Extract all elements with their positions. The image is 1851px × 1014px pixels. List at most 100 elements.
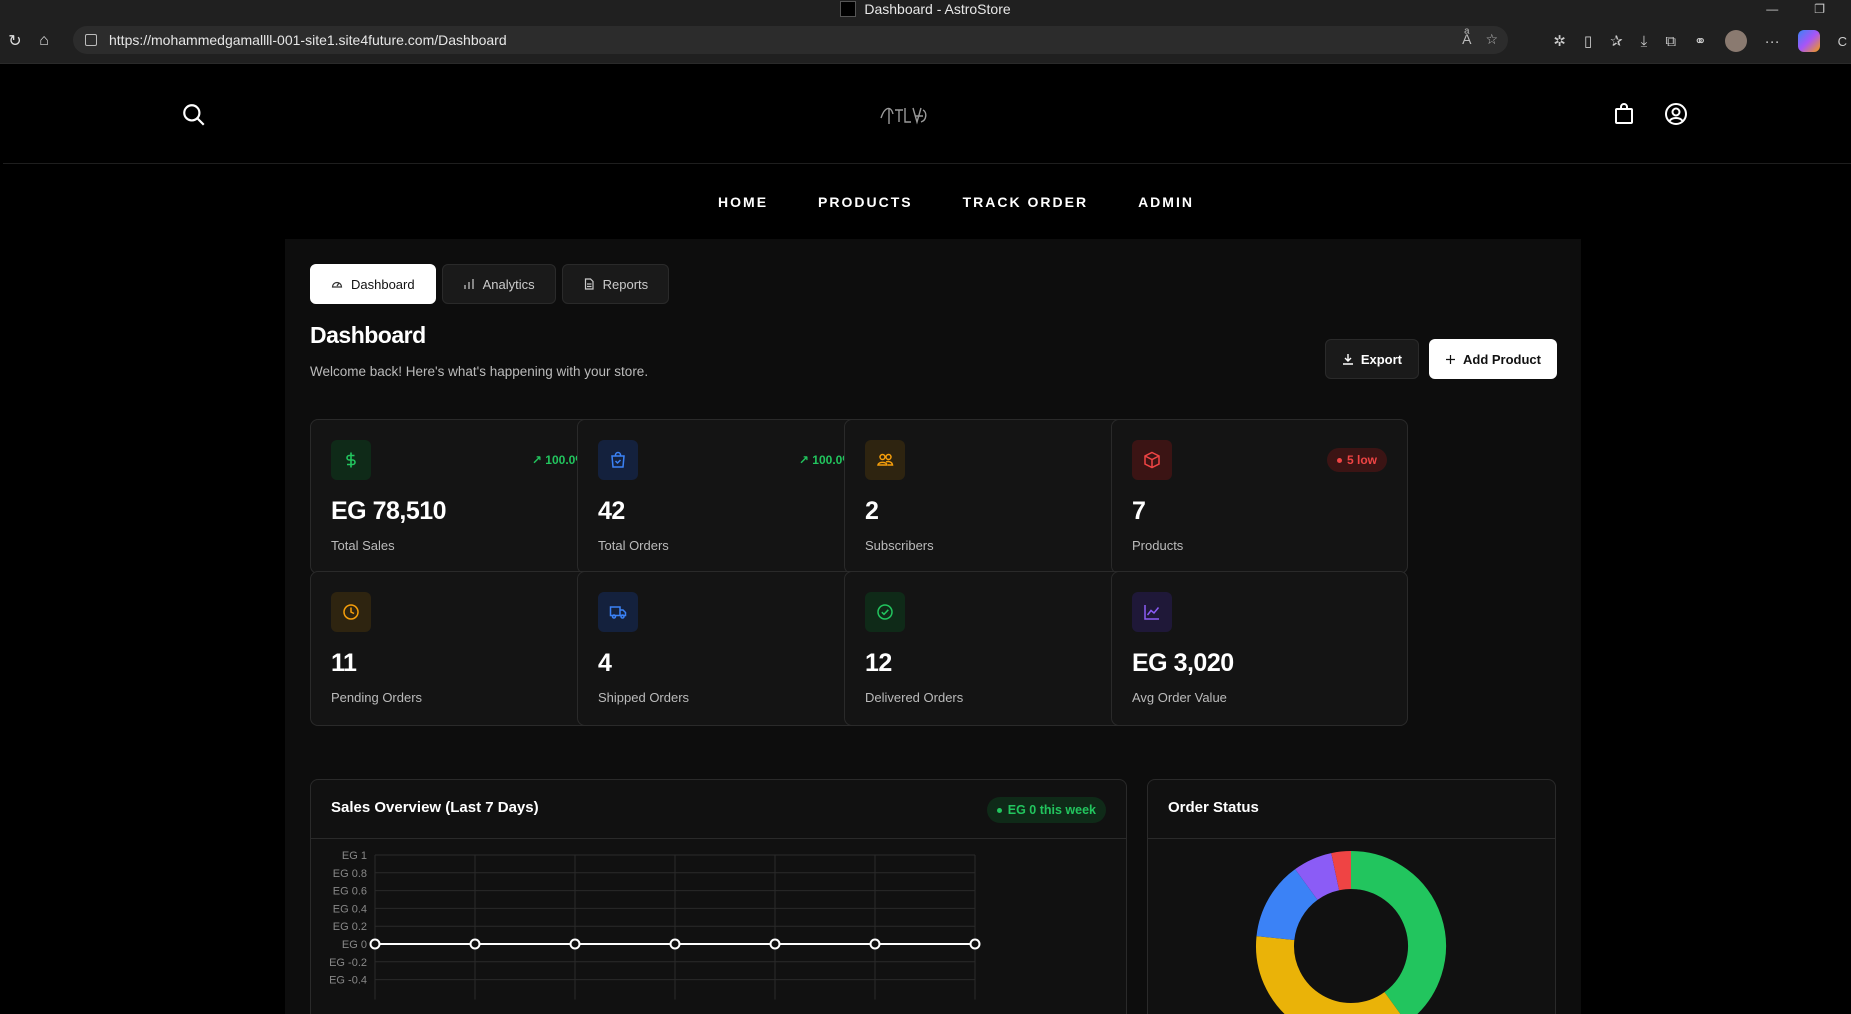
copilot-label: C bbox=[1837, 33, 1847, 49]
data-point[interactable] bbox=[369, 938, 381, 950]
page-subtitle: Welcome back! Here's what's happening wi… bbox=[310, 364, 649, 379]
stat-card-shipped-orders: 4 Shipped Orders bbox=[577, 571, 874, 726]
box-icon bbox=[1144, 451, 1160, 469]
collections-icon[interactable]: ⚭ bbox=[1694, 32, 1707, 50]
store-logo[interactable] bbox=[877, 100, 929, 128]
add-product-button[interactable]: Add Product bbox=[1429, 339, 1557, 379]
stat-card-total-sales: ↗ 100.0% EG 78,510 Total Sales bbox=[310, 419, 607, 574]
data-point[interactable] bbox=[769, 938, 781, 950]
stat-icon-box bbox=[598, 592, 638, 632]
screenshot-icon[interactable]: ⧉ bbox=[1665, 33, 1676, 50]
dollar-icon bbox=[346, 452, 356, 468]
stat-value: EG 3,020 bbox=[1132, 649, 1234, 677]
data-point[interactable] bbox=[569, 938, 581, 950]
stat-label: Delivered Orders bbox=[865, 690, 964, 705]
data-point[interactable] bbox=[469, 938, 481, 950]
export-label: Export bbox=[1360, 351, 1402, 367]
main-nav: HOME PRODUCTS TRACK ORDER ADMIN bbox=[3, 164, 1851, 239]
y-tick-label: EG -0.2 bbox=[329, 957, 367, 969]
stat-icon-box bbox=[598, 440, 638, 480]
gauge-icon bbox=[331, 281, 343, 288]
nav-admin[interactable]: ADMIN bbox=[1138, 194, 1194, 210]
stat-label: Subscribers bbox=[865, 538, 934, 553]
stat-label: Pending Orders bbox=[331, 690, 423, 705]
url-text: https://mohammedgamallll-001-site1.site4… bbox=[109, 32, 507, 48]
clock-icon bbox=[343, 604, 359, 620]
stat-label: Shipped Orders bbox=[598, 690, 690, 705]
nav-track-order[interactable]: TRACK ORDER bbox=[963, 194, 1088, 210]
check-circle-icon bbox=[877, 604, 893, 620]
tab-reports[interactable]: Reports bbox=[561, 264, 670, 304]
refresh-icon[interactable]: ↻ bbox=[4, 30, 26, 52]
more-menu-icon[interactable]: ··· bbox=[1765, 33, 1780, 50]
donut-slice[interactable] bbox=[1331, 851, 1352, 891]
split-screen-icon[interactable]: ▯ bbox=[1584, 32, 1592, 50]
profile-avatar[interactable] bbox=[1724, 30, 1747, 52]
donut-slice[interactable] bbox=[1295, 853, 1340, 901]
shopping-bag-icon[interactable] bbox=[1612, 102, 1636, 126]
y-tick-label: EG 0.6 bbox=[333, 886, 367, 898]
shopping-bag-icon bbox=[611, 451, 625, 468]
stat-value: 11 bbox=[331, 649, 357, 677]
stat-icon-box bbox=[865, 592, 905, 632]
search-icon[interactable] bbox=[181, 102, 207, 128]
stat-icon-box bbox=[1132, 440, 1172, 480]
browser-toolbar: ↻ ⌂ https://mohammedgamallll-001-site1.s… bbox=[0, 18, 1851, 64]
favorite-star-icon[interactable]: ☆ bbox=[1485, 31, 1498, 48]
add-product-label: Add Product bbox=[1463, 351, 1541, 367]
stat-icon-box bbox=[331, 592, 371, 632]
stat-card-total-orders: ↗ 100.0% 42 Total Orders bbox=[577, 419, 874, 574]
stat-label: Total Orders bbox=[598, 538, 669, 553]
line-chart-icon bbox=[1144, 605, 1160, 620]
window-title: Dashboard - AstroStore bbox=[864, 1, 1011, 17]
data-point[interactable] bbox=[669, 938, 681, 950]
stat-value: 42 bbox=[598, 497, 625, 525]
stat-card-products: 5 low 7 Products bbox=[1111, 419, 1408, 574]
donut-slice[interactable] bbox=[1350, 851, 1446, 1014]
donut-slice[interactable] bbox=[1256, 936, 1401, 1014]
stat-label: Products bbox=[1132, 538, 1184, 553]
weekly-sales-badge: EG 0 this week bbox=[986, 797, 1106, 823]
tab-dashboard[interactable]: Dashboard bbox=[310, 264, 436, 304]
stat-icon-box bbox=[865, 440, 905, 480]
dashboard-panel: Dashboard Analytics Reports Dashboard We… bbox=[285, 239, 1581, 1014]
downloads-icon[interactable]: ⤓ bbox=[1641, 33, 1648, 50]
data-point[interactable] bbox=[869, 938, 881, 950]
copilot-icon[interactable] bbox=[1797, 30, 1820, 52]
y-tick-label: EG 1 bbox=[342, 850, 367, 862]
y-tick-label: EG -0.4 bbox=[329, 975, 367, 987]
status-dot bbox=[1336, 457, 1342, 463]
y-tick-label: EG 0.2 bbox=[333, 921, 367, 933]
restore-icon[interactable]: ❐ bbox=[1814, 2, 1825, 16]
document-icon bbox=[584, 278, 594, 290]
address-bar[interactable]: https://mohammedgamallll-001-site1.site4… bbox=[73, 26, 1508, 54]
tab-analytics[interactable]: Analytics bbox=[441, 264, 556, 304]
read-aloud-icon[interactable]: Aͣ bbox=[1462, 31, 1471, 48]
browser-title-bar: Dashboard - AstroStore — ❐ bbox=[0, 0, 1851, 18]
order-status-card: Order Status bbox=[1147, 779, 1556, 1014]
sales-overview-card: Sales Overview (Last 7 Days) EG 0 this w… bbox=[310, 779, 1127, 1014]
stat-value: 12 bbox=[865, 649, 892, 677]
extensions-icon[interactable]: ✲ bbox=[1553, 32, 1566, 50]
dashboard-actions: Export Add Product bbox=[1324, 339, 1557, 379]
trend-up-icon: ↗ bbox=[531, 453, 546, 467]
nav-home[interactable]: HOME bbox=[718, 194, 768, 210]
stat-value: 2 bbox=[865, 497, 879, 525]
favorites-icon[interactable]: ✰ bbox=[1610, 32, 1623, 50]
divider bbox=[311, 838, 1126, 839]
data-point[interactable] bbox=[969, 938, 981, 950]
user-account-icon[interactable] bbox=[1664, 102, 1688, 126]
donut-slice[interactable] bbox=[1256, 869, 1319, 941]
export-button[interactable]: Export bbox=[1324, 339, 1419, 379]
browser-toolbar-icons: ✲ ▯ ✰ ⤓ ⧉ ⚭ ··· C bbox=[1553, 30, 1851, 52]
home-icon[interactable]: ⌂ bbox=[33, 30, 55, 52]
site-header bbox=[3, 64, 1851, 164]
stat-card-subscribers: 2 Subscribers bbox=[844, 419, 1141, 574]
status-dot bbox=[996, 807, 1002, 813]
nav-products[interactable]: PRODUCTS bbox=[818, 194, 913, 210]
tab-label: Dashboard bbox=[351, 276, 415, 292]
divider bbox=[1148, 838, 1555, 839]
download-icon bbox=[1342, 354, 1353, 365]
y-tick-label: EG 0 bbox=[342, 939, 367, 951]
minimize-icon[interactable]: — bbox=[1766, 2, 1778, 16]
